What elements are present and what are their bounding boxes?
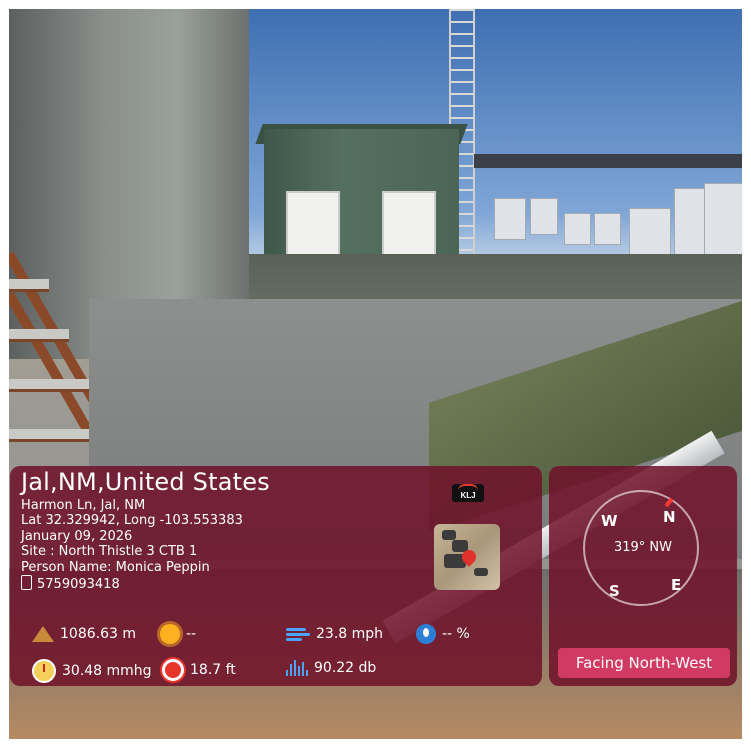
location-title: Jal,NM,United States [21, 468, 270, 496]
water-drop-icon [416, 624, 436, 644]
equipment-canopy [474, 154, 742, 168]
phone-line: 5759093418 [21, 575, 243, 592]
accuracy-value: 18.7 ft [190, 662, 236, 678]
compass-dial: N E S W 319° NW [583, 490, 699, 606]
brand-logo-text: KLJ [460, 491, 476, 500]
altitude-stat: 1086.63 m [32, 626, 136, 642]
humidity-value: -- % [442, 626, 470, 642]
pressure-value: 30.48 mmhg [62, 663, 152, 679]
target-icon [162, 659, 184, 681]
compass-north: N [663, 508, 676, 526]
weather-value: -- [186, 626, 197, 642]
altitude-value: 1086.63 m [60, 626, 136, 642]
person-line: Person Name: Monica Peppin [21, 559, 210, 575]
compass-heading: 319° NW [613, 540, 673, 555]
humidity-stat: -- % [416, 624, 470, 644]
noise-value: 90.22 db [314, 660, 377, 676]
sun-icon [160, 624, 180, 644]
address-line: Harmon Ln, Jal, NM [21, 498, 146, 513]
wind-stat: 23.8 mph [286, 626, 383, 642]
compass-east: E [671, 576, 682, 594]
pressure-stat: 30.48 mmhg [32, 659, 152, 683]
map-thumbnail[interactable] [434, 524, 500, 590]
brand-logo: KLJ [452, 484, 484, 502]
shed [264, 129, 459, 261]
facing-direction-button[interactable]: Facing North-West [558, 648, 730, 678]
noise-stat: 90.22 db [286, 660, 376, 676]
gauge-icon [32, 659, 56, 683]
sound-wave-icon [286, 660, 308, 676]
date-line: January 09, 2026 [21, 528, 133, 544]
wind-value: 23.8 mph [316, 626, 384, 642]
phone-number: 5759093418 [37, 577, 120, 593]
compass-west: W [601, 512, 618, 530]
phone-icon [21, 575, 32, 591]
weather-stat: -- [160, 624, 196, 644]
compass-south: S [609, 582, 620, 600]
coordinates-line: Lat 32.329942, Long -103.553383 [21, 513, 243, 529]
location-details: Harmon Ln, Jal, NM Lat 32.329942, Long -… [21, 498, 243, 592]
site-line: Site : North Thistle 3 CTB 1 [21, 544, 198, 560]
accuracy-stat: 18.7 ft [162, 659, 236, 681]
wind-icon [286, 626, 310, 642]
mountain-icon [32, 626, 54, 642]
